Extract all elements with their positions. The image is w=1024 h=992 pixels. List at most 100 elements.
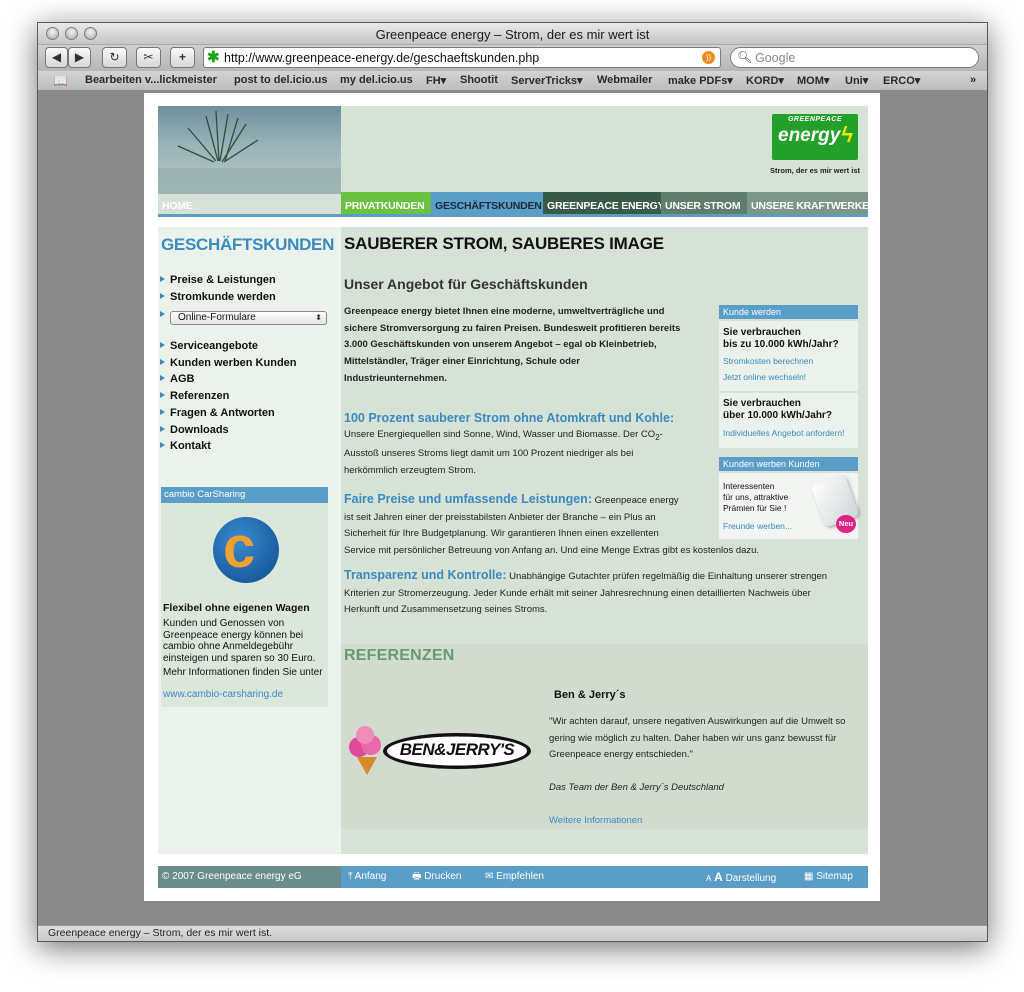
mail-icon: ✉ xyxy=(485,871,494,882)
search-field[interactable]: 🔍︎ Google xyxy=(730,47,979,68)
nav-privatkunden[interactable]: PRIVATKUNDEN xyxy=(341,192,431,214)
paragraph-transparenz: Transparenz und Kontrolle: Unabhängige G… xyxy=(344,568,828,616)
rss-icon[interactable]: )) xyxy=(702,51,715,64)
bookmark-item[interactable]: ERCO▾ xyxy=(883,74,920,87)
header-grass-image xyxy=(158,106,341,194)
footer-darstellung-link[interactable]: A A Darstellung xyxy=(706,866,776,888)
back-button[interactable]: ◀ xyxy=(45,47,68,68)
font-large-icon: A xyxy=(714,870,723,884)
stromkosten-link[interactable]: Stromkosten berechnen xyxy=(723,356,813,366)
bookmark-item[interactable]: MOM▾ xyxy=(797,74,829,87)
bookmark-item[interactable]: FH▾ xyxy=(426,74,446,87)
large-customer-panel: Sie verbrauchen über 10.000 kWh/Jahr? Ind… xyxy=(719,393,858,448)
browser-window: Greenpeace energy – Strom, der es mir we… xyxy=(37,22,988,942)
copyright: © 2007 Greenpeace energy eG xyxy=(158,866,341,888)
bookmark-item[interactable]: Webmailer xyxy=(597,74,652,86)
sidebar-item-service[interactable]: Serviceangebote xyxy=(158,340,258,352)
cambio-box-heading: cambio CarSharing xyxy=(161,487,328,503)
arrow-icon xyxy=(160,375,165,381)
search-icon: 🔍︎ xyxy=(737,50,753,64)
references-section: REFERENZEN BEN&JERRY'S Ben & Jerry´s "Wi… xyxy=(341,644,868,829)
freunde-werben-link[interactable]: Freunde werben... xyxy=(723,521,792,531)
arrow-icon xyxy=(160,409,165,415)
browser-toolbar: ◀ ▶ ↻ ✂ + ✱ http://www.greenpeace-energy… xyxy=(38,45,987,71)
site-favicon: ✱ xyxy=(207,49,220,66)
url-text[interactable]: http://www.greenpeace-energy.de/geschaef… xyxy=(224,51,539,65)
bookmarks-overflow-icon[interactable]: » xyxy=(970,74,976,86)
logo-wordmark: BEN&JERRY'S xyxy=(399,740,515,759)
nav-greenpeace-energy[interactable]: GREENPEACE ENERGY xyxy=(543,192,665,214)
bookmark-item[interactable]: my del.icio.us xyxy=(340,74,413,86)
address-bar[interactable]: ✱ http://www.greenpeace-energy.de/gescha… xyxy=(203,47,721,68)
kwk-panel: Interessenten für uns, attraktive Prämien … xyxy=(719,473,860,539)
cambio-logo[interactable]: c xyxy=(213,515,279,583)
main-navigation: HOME PRIVATKUNDEN GESCHÄFTSKUNDEN GREENP… xyxy=(158,192,869,214)
sidebar-item-kontakt[interactable]: Kontakt xyxy=(158,440,211,452)
sidebar-item-downloads[interactable]: Downloads xyxy=(158,424,229,436)
web-page: GREENPEACE energy ϟ Strom, der es mir we… xyxy=(144,93,880,901)
logo-energy-text: energy xyxy=(778,125,841,146)
paragraph-heading: Faire Preise und umfassende Leistungen: xyxy=(344,492,592,506)
kwk-text: Interessenten für uns, attraktive Prämien … xyxy=(723,481,789,513)
kwk-heading: Kunden werben Kunden xyxy=(719,457,858,471)
snapback-icon[interactable]: ✂ xyxy=(136,47,161,68)
cambio-c-mark: c xyxy=(223,515,256,580)
online-forms-select[interactable]: Online-Formulare ⬍ xyxy=(170,311,327,325)
angebot-anfordern-link[interactable]: Individuelles Angebot anfordern! xyxy=(723,428,844,438)
reload-icon[interactable]: ↻ xyxy=(102,47,127,68)
add-bookmark-button[interactable]: + xyxy=(170,47,195,68)
cambio-more-text: Mehr Informationen finden Sie unter xyxy=(163,667,323,678)
footer-empfehlen-link[interactable]: ✉ Empfehlen xyxy=(485,866,544,888)
kunde-werden-heading: Kunde werden xyxy=(719,305,858,319)
footer-anfang-link[interactable]: ⤒ Anfang xyxy=(348,866,386,888)
footer-drucken-link[interactable]: 🖶 Drucken xyxy=(412,866,461,888)
sidebar-item-kwk[interactable]: Kunden werben Kunden xyxy=(158,357,297,369)
arrow-up-icon: ⤒ xyxy=(348,871,353,882)
sidebar-item-agb[interactable]: AGB xyxy=(158,373,194,385)
nav-geschaeftskunden[interactable]: GESCHÄFTSKUNDEN xyxy=(431,192,543,214)
arrow-icon xyxy=(160,426,165,432)
bookmarks-book-icon[interactable]: 📖 xyxy=(53,74,68,88)
arrow-icon xyxy=(160,359,165,365)
bookmark-item[interactable]: KORD▾ xyxy=(746,74,784,87)
ben-jerrys-logo[interactable]: BEN&JERRY'S xyxy=(345,721,531,775)
online-wechseln-link[interactable]: Jetzt online wechseln! xyxy=(723,372,806,382)
header-divider xyxy=(158,214,868,217)
intro-text: Greenpeace energy bietet Ihnen eine mode… xyxy=(344,306,681,384)
font-small-icon: A xyxy=(706,874,712,883)
bookmark-item[interactable]: make PDFs▾ xyxy=(668,74,733,87)
cambio-link[interactable]: www.cambio-carsharing.de xyxy=(163,689,327,701)
more-info-link[interactable]: Weitere Informationen xyxy=(549,815,642,826)
paragraph-heading: 100 Prozent sauberer Strom ohne Atomkraf… xyxy=(344,411,675,425)
bookmark-item[interactable]: Uni▾ xyxy=(845,74,868,87)
sidebar-item-stromkunde[interactable]: Stromkunde werden xyxy=(158,291,276,303)
site-footer: © 2007 Greenpeace energy eG ⤒ Anfang 🖶 D… xyxy=(158,866,868,888)
cambio-box: c Flexibel ohne eigenen Wagen Kunden und… xyxy=(161,503,328,707)
bookmark-item[interactable]: ServerTricks▾ xyxy=(511,74,583,87)
bookmarks-bar: 📖 Bearbeiten v...lickmeister post to del… xyxy=(38,71,987,91)
sidebar-item-referenzen[interactable]: Referenzen xyxy=(158,390,229,402)
bookmark-item[interactable]: post to del.icio.us xyxy=(234,74,328,86)
paragraph-heading: Transparenz und Kontrolle: xyxy=(344,568,507,582)
small-customer-panel: Sie verbrauchen bis zu 10.000 kWh/Jahr? S… xyxy=(719,321,858,391)
bookmark-item[interactable]: Bearbeiten v...lickmeister xyxy=(85,74,217,86)
page-title: SAUBERER STROM, SAUBERES IMAGE xyxy=(344,234,664,253)
nav-home[interactable]: HOME xyxy=(158,192,341,214)
section-title: GESCHÄFTSKUNDEN xyxy=(161,235,335,254)
reference-signature: Das Team der Ben & Jerry´s Deutschland xyxy=(549,782,724,793)
left-sidebar: GESCHÄFTSKUNDEN Preise & Leistungen Stro… xyxy=(158,227,341,854)
paragraph-atomkraft: 100 Prozent sauberer Strom ohne Atomkraf… xyxy=(344,410,716,480)
sidebar-item-preise[interactable]: Preise & Leistungen xyxy=(158,274,276,286)
site-header: GREENPEACE energy ϟ Strom, der es mir we… xyxy=(158,106,869,214)
nav-unser-strom[interactable]: UNSER STROM xyxy=(661,192,747,214)
large-customer-question: Sie verbrauchen über 10.000 kWh/Jahr? xyxy=(723,398,832,421)
printer-icon: 🖶 xyxy=(412,871,422,882)
sidebar-item-faq[interactable]: Fragen & Antworten xyxy=(158,407,275,419)
arrow-icon xyxy=(160,276,165,282)
bookmark-item[interactable]: Shootit xyxy=(460,74,498,86)
nav-unsere-kraftwerke[interactable]: UNSERE KRAFTWERKE xyxy=(747,192,869,214)
footer-sitemap-link[interactable]: ▦ Sitemap xyxy=(804,866,853,888)
forward-button[interactable]: ▶ xyxy=(68,47,91,68)
greenpeace-energy-logo[interactable]: GREENPEACE energy ϟ xyxy=(772,114,858,160)
select-arrow-icon xyxy=(158,309,170,321)
